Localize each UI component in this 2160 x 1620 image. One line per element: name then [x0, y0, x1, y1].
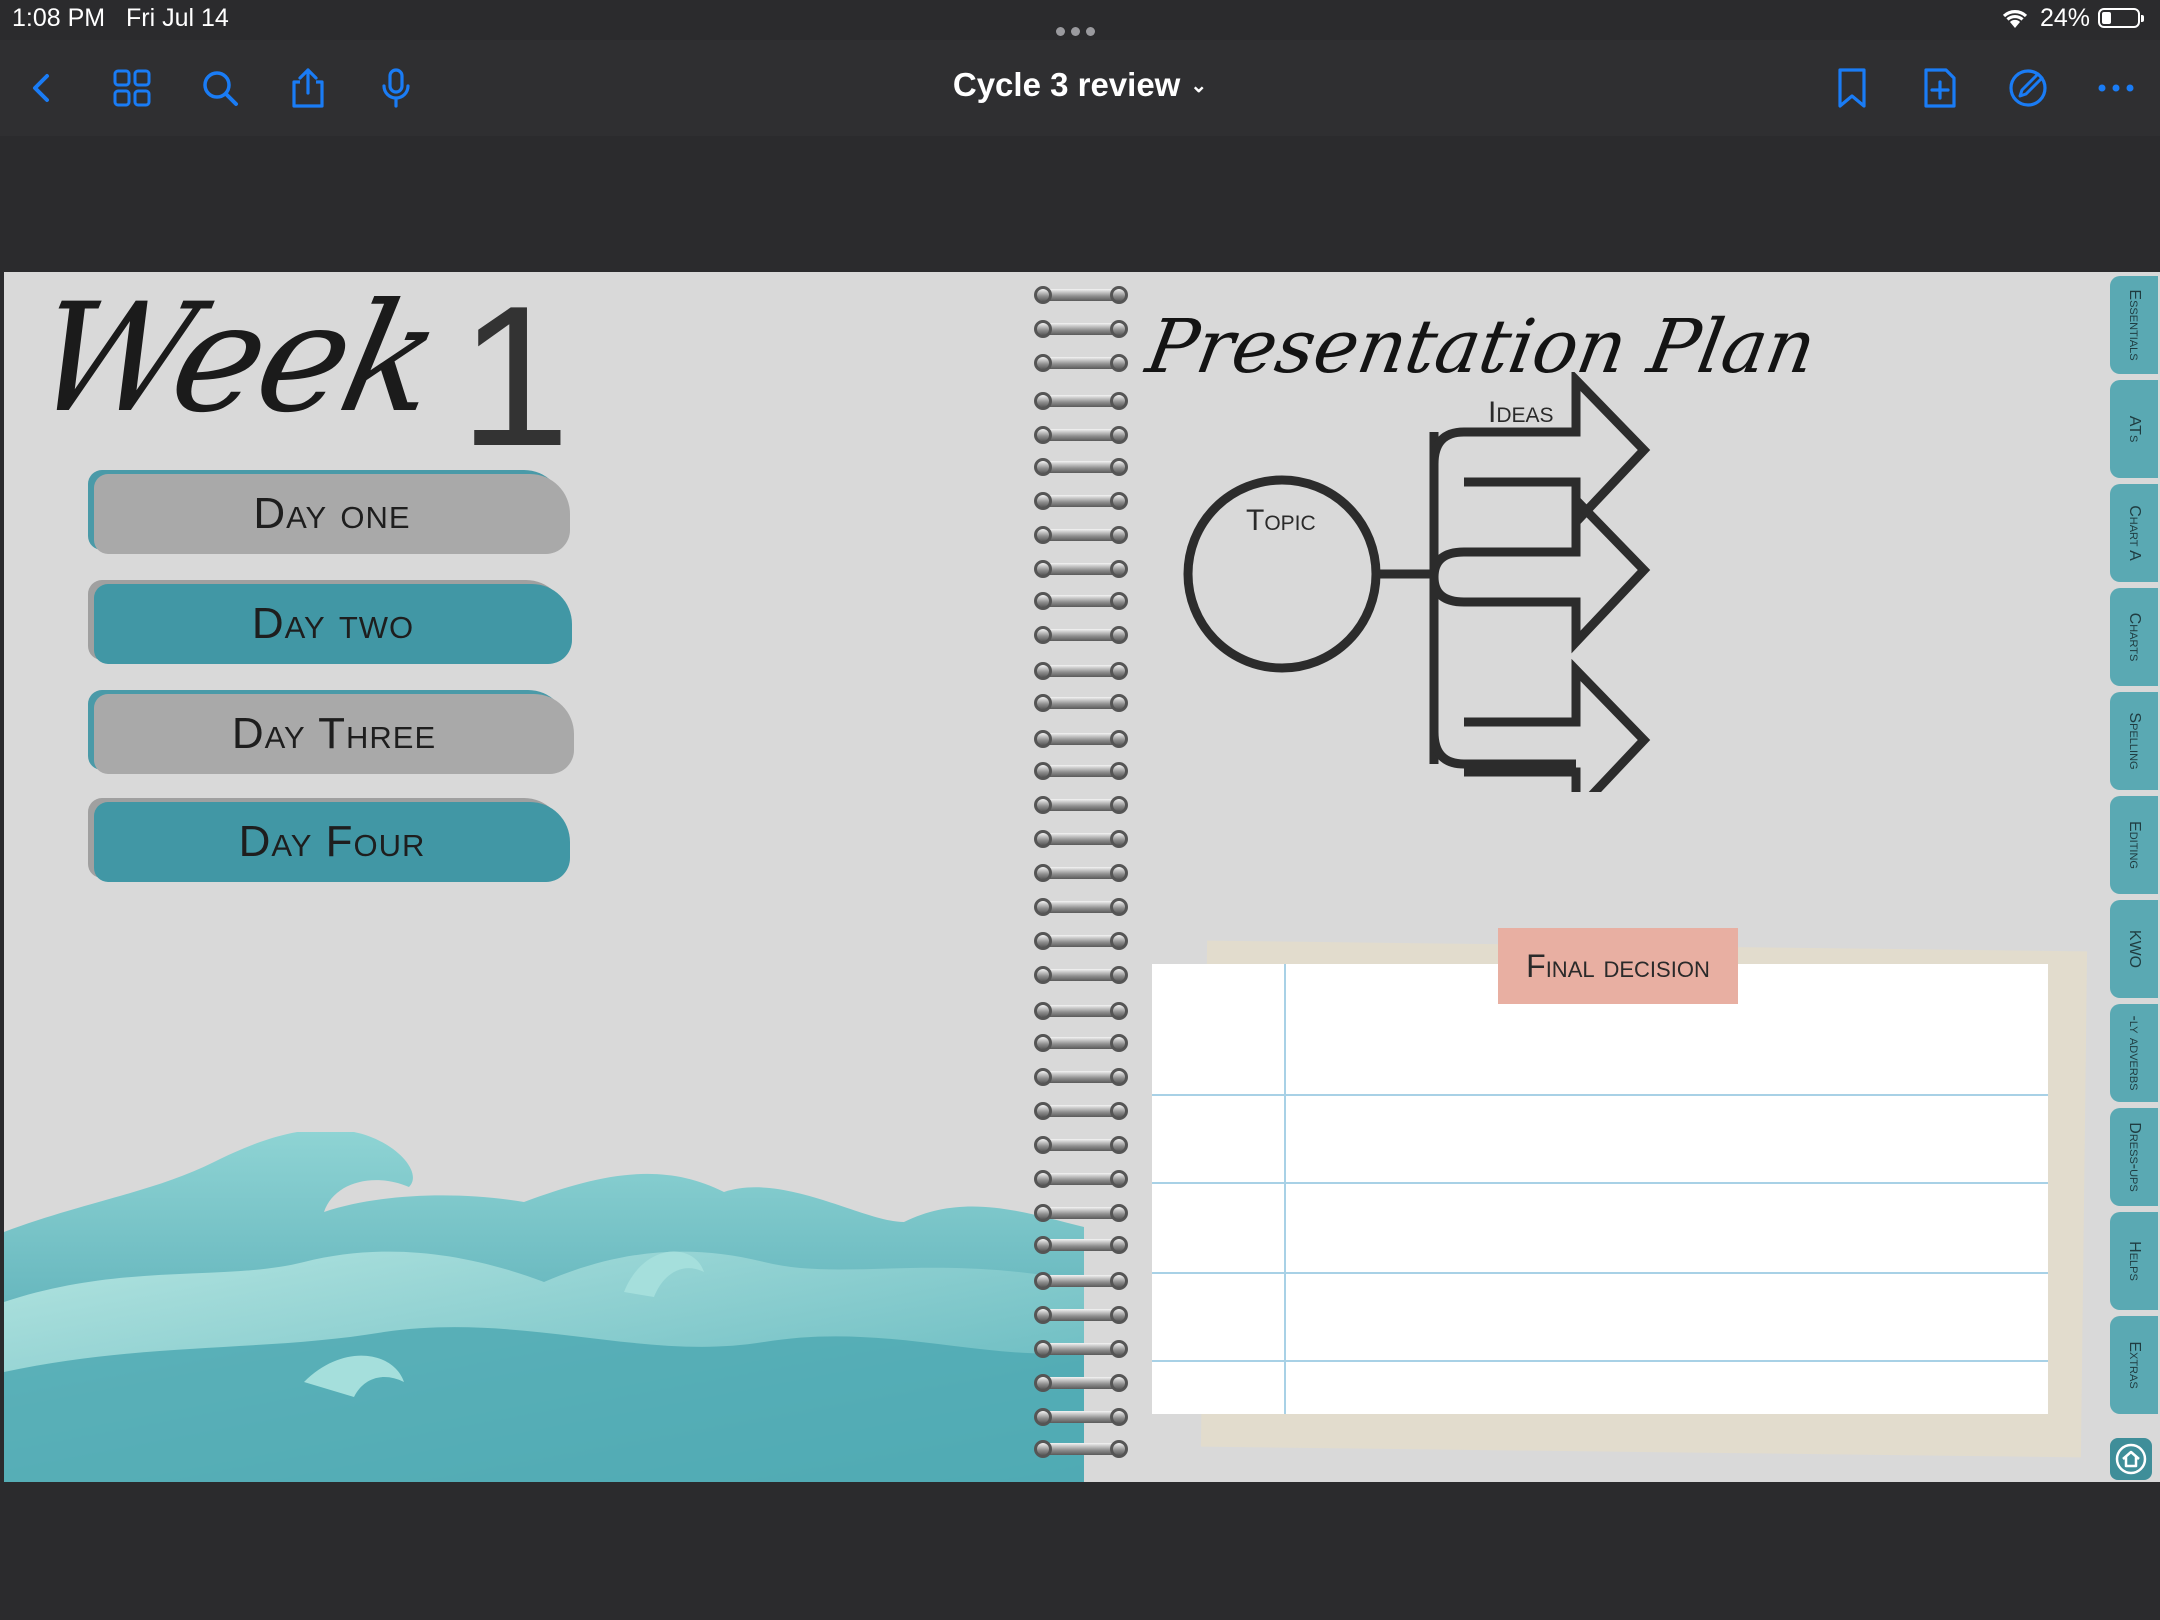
day-two-link[interactable]: Day two: [94, 584, 572, 664]
final-decision-label: Final decision: [1498, 928, 1738, 1004]
side-tab-ly-adverbs[interactable]: -ly adverbs: [2110, 1004, 2158, 1102]
status-bar: 1:08 PM Fri Jul 14 24%: [0, 0, 2160, 40]
side-tab-extras[interactable]: Extras: [2110, 1316, 2158, 1414]
week-title: Week: [19, 272, 451, 446]
day-one-link[interactable]: Day one: [94, 474, 570, 554]
spiral-ring: [1034, 1068, 1128, 1086]
side-tab-editing[interactable]: Editing: [2110, 796, 2158, 894]
spiral-ring: [1034, 1272, 1128, 1290]
canvas-gutter: [0, 136, 2160, 272]
side-tab-label: Essentials: [2126, 289, 2143, 361]
side-tab-dress-ups[interactable]: Dress-ups: [2110, 1108, 2158, 1206]
side-tab-label: Charts: [2126, 612, 2143, 662]
spiral-ring: [1034, 932, 1128, 950]
spiral-ring: [1034, 1002, 1128, 1020]
spiral-ring: [1034, 526, 1128, 544]
final-decision-notepaper[interactable]: [1152, 964, 2048, 1414]
side-tab-helps[interactable]: Helps: [2110, 1212, 2158, 1310]
side-tab-label: KWO: [2126, 929, 2143, 969]
spiral-binding: [1026, 286, 1128, 1482]
side-tab-label: Chart A: [2126, 505, 2143, 561]
toolbar: Cycle 3 review ⌄: [0, 40, 2160, 136]
status-date: Fri Jul 14: [126, 4, 229, 32]
spiral-ring: [1034, 1306, 1128, 1324]
spiral-ring: [1034, 1236, 1128, 1254]
battery-percent: 24%: [2040, 4, 2091, 32]
side-tab-label: ATs: [2126, 415, 2143, 443]
notebook-page[interactable]: Week 1 Day one Day two Day Three Day Fou…: [4, 272, 2108, 1482]
side-tab-label: Dress-ups: [2126, 1122, 2143, 1192]
spiral-ring: [1034, 426, 1128, 444]
notepaper-rule: [1152, 1360, 2048, 1362]
section-tabs: Essentials ATs Chart A Charts Spelling Editin…: [2108, 272, 2160, 1482]
spiral-ring: [1034, 1408, 1128, 1426]
notepaper-rule: [1152, 1272, 2048, 1274]
spiral-ring: [1034, 830, 1128, 848]
spiral-ring: [1034, 354, 1128, 372]
spiral-ring: [1034, 966, 1128, 984]
spiral-ring: [1034, 1204, 1128, 1222]
multitasking-dots[interactable]: [1056, 14, 1101, 43]
side-tab-label: Editing: [2126, 821, 2143, 869]
spiral-ring: [1034, 286, 1128, 304]
side-tab-label: Helps: [2126, 1241, 2143, 1281]
spiral-ring: [1034, 1374, 1128, 1392]
day-four-link[interactable]: Day Four: [94, 802, 570, 882]
home-icon: [2115, 1443, 2147, 1475]
bottom-gutter: [0, 1482, 2160, 1620]
spiral-ring: [1034, 1440, 1128, 1458]
notepaper-rule: [1152, 1094, 2048, 1096]
spiral-ring: [1034, 392, 1128, 410]
side-tab-chart-a[interactable]: Chart A: [2110, 484, 2158, 582]
status-time: 1:08 PM: [12, 4, 106, 32]
watercolor-waves-illustration: [4, 1132, 1084, 1482]
side-tab-label: Spelling: [2126, 712, 2143, 770]
wifi-icon: [2000, 6, 2030, 37]
spiral-ring: [1034, 864, 1128, 882]
spiral-ring: [1034, 694, 1128, 712]
notepaper-rule: [1152, 1182, 2048, 1184]
notepaper-margin-line: [1284, 964, 1286, 1414]
spiral-ring: [1034, 592, 1128, 610]
spiral-ring: [1034, 796, 1128, 814]
spiral-ring: [1034, 492, 1128, 510]
side-tab-essentials[interactable]: Essentials: [2110, 276, 2158, 374]
topic-label: Topic: [1246, 504, 1316, 537]
spiral-ring: [1034, 662, 1128, 680]
side-tab-charts[interactable]: Charts: [2110, 588, 2158, 686]
topic-ideas-diagram: [1183, 372, 1651, 792]
chevron-down-icon: ⌄: [1190, 75, 1208, 97]
spiral-ring: [1034, 458, 1128, 476]
add-page-icon[interactable]: [1918, 66, 1962, 110]
spiral-ring: [1034, 1170, 1128, 1188]
side-tab-label: Extras: [2126, 1341, 2143, 1389]
spiral-ring: [1034, 560, 1128, 578]
spiral-ring: [1034, 730, 1128, 748]
ideas-label: Ideas: [1488, 396, 1554, 429]
spiral-ring: [1034, 762, 1128, 780]
spiral-ring: [1034, 1340, 1128, 1358]
bookmark-icon[interactable]: [1830, 66, 1874, 110]
side-tab-label: -ly adverbs: [2126, 1015, 2143, 1091]
side-tab-spelling[interactable]: Spelling: [2110, 692, 2158, 790]
more-icon[interactable]: [2094, 66, 2138, 110]
day-three-link[interactable]: Day Three: [94, 694, 574, 774]
spiral-ring: [1034, 626, 1128, 644]
side-tab-ats[interactable]: ATs: [2110, 380, 2158, 478]
spiral-ring: [1034, 320, 1128, 338]
home-button[interactable]: [2110, 1438, 2152, 1480]
spiral-ring: [1034, 1102, 1128, 1120]
week-number: 1: [459, 272, 571, 488]
side-tab-kwo[interactable]: KWO: [2110, 900, 2158, 998]
document-title-text: Cycle 3 review: [952, 66, 1181, 103]
spiral-ring: [1034, 1136, 1128, 1154]
spiral-ring: [1034, 1034, 1128, 1052]
spiral-ring: [1034, 898, 1128, 916]
pencil-circle-icon[interactable]: [2006, 66, 2050, 110]
battery-icon: [2098, 8, 2144, 28]
